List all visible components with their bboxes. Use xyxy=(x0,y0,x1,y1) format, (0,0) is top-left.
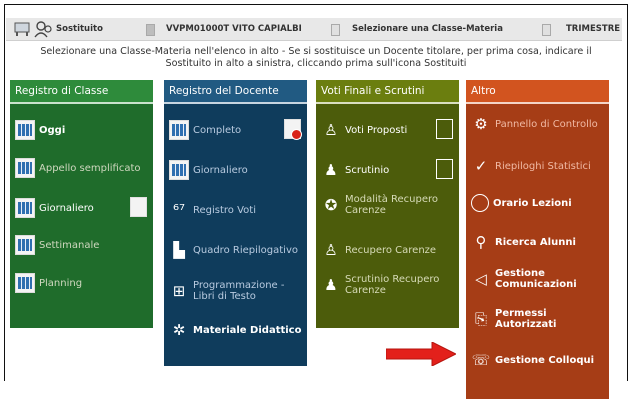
registro-docente-panel: Registro del Docente Completo Giornalier… xyxy=(164,80,307,366)
red-arrow-annotation xyxy=(386,342,456,366)
clock-icon xyxy=(471,194,489,212)
menu-item-scrutinio-recupero[interactable]: ♟ Scrutinio Recupero Carenze xyxy=(321,274,455,296)
period-select-toggle[interactable] xyxy=(542,24,551,36)
full-register-icon xyxy=(169,120,189,140)
period-select[interactable]: TRIMESTRE xyxy=(566,18,620,40)
separator-marker xyxy=(146,24,155,36)
teacher-label: VVPM01000T VITO CAPIALBI xyxy=(166,24,302,34)
class-subject-select[interactable]: Selezionare una Classe-Materia xyxy=(352,18,503,40)
permissions-icon: ⎘ xyxy=(474,309,487,328)
menu-item-oggi[interactable]: Oggi xyxy=(15,120,149,140)
program-tree-icon: ⊞ xyxy=(172,281,186,300)
menu-item-ricerca-alunni[interactable]: ⚲ Ricerca Alunni xyxy=(471,232,605,252)
menu-item-settimanale[interactable]: Settimanale xyxy=(15,235,149,255)
user-search-icon: ⚲ xyxy=(475,232,487,251)
menu-item-registro-voti[interactable]: ⁶⁷ Registro Voti xyxy=(169,200,303,220)
registro-docente-header: Registro del Docente xyxy=(164,80,307,104)
gears-icon: ⚙ xyxy=(474,114,488,133)
recovery-group-icon: ♟ xyxy=(324,275,338,294)
class-subject-select-toggle[interactable] xyxy=(331,24,340,36)
substitute-label[interactable]: Sostituito xyxy=(56,18,103,40)
grades-icon: ⁶⁷ xyxy=(172,200,186,219)
voti-finali-panel: Voti Finali e Scrutini ♙ Voti Proposti ♟… xyxy=(316,80,459,328)
school-desk-icon[interactable] xyxy=(14,21,30,37)
menu-item-programmazione[interactable]: ⊞ Programmazione - Libri di Testo xyxy=(169,280,303,302)
planning-icon xyxy=(15,273,35,293)
registro-classe-panel: Registro di Classe Oggi Appello semplifi… xyxy=(10,80,153,328)
document-download-icon[interactable] xyxy=(436,159,453,179)
altro-panel: Altro ⚙ Pannello di Controllo ✓ Riepilog… xyxy=(466,80,609,399)
megaphone-icon: ◁ xyxy=(475,269,487,288)
menu-item-appello-semplificato[interactable]: Appello semplificato xyxy=(15,158,149,178)
menu-item-voti-proposti[interactable]: ♙ Voti Proposti xyxy=(321,120,455,140)
recovery-user-icon: ♙ xyxy=(324,240,338,259)
menu-item-planning[interactable]: Planning xyxy=(15,273,149,293)
top-bar: Sostituito VVPM01000T VITO CAPIALBI Sele… xyxy=(6,18,622,41)
alert-register-icon[interactable] xyxy=(284,119,302,140)
instructions-text: Selezionare una Classe-Materia nell'elen… xyxy=(40,46,592,69)
network-icon: ✲ xyxy=(172,320,186,339)
menu-item-gestione-comunicazioni[interactable]: ◁ Gestione Comunicazioni xyxy=(471,268,605,290)
altro-header: Altro xyxy=(466,80,609,104)
menu-item-scrutinio[interactable]: ♟ Scrutinio xyxy=(321,160,455,180)
users-icon: ♟ xyxy=(324,160,338,179)
statistics-icon: ✓ xyxy=(474,156,488,175)
menu-item-recupero-carenze[interactable]: ♙ Recupero Carenze xyxy=(321,240,455,260)
menu-item-riepiloghi-statistici[interactable]: ✓ Riepiloghi Statistici xyxy=(471,156,605,176)
menu-item-completo[interactable]: Completo xyxy=(169,120,303,140)
bar-chart-icon: ▙ xyxy=(173,240,185,259)
user-icon: ♙ xyxy=(324,120,338,139)
menu-item-quadro-riepilogativo[interactable]: ▙ Quadro Riepilogativo xyxy=(169,240,303,260)
daily-register-icon xyxy=(15,198,35,218)
attendance-icon xyxy=(15,158,35,178)
document-icon[interactable] xyxy=(436,119,453,139)
menu-item-permessi-autorizzati[interactable]: ⎘ Permessi Autorizzati xyxy=(471,308,605,330)
meeting-icon: ☏ xyxy=(471,350,491,369)
menu-item-giornaliero-classe[interactable]: Giornaliero xyxy=(15,198,149,218)
calendar-today-icon xyxy=(15,120,35,140)
menu-item-pannello-controllo[interactable]: ⚙ Pannello di Controllo xyxy=(471,114,605,134)
recovery-mode-icon: ✪ xyxy=(324,195,338,214)
daily-icon xyxy=(169,160,189,180)
menu-item-orario-lezioni[interactable]: Orario Lezioni xyxy=(471,194,605,212)
substitute-user-icon[interactable] xyxy=(34,20,52,38)
weekly-icon xyxy=(15,235,35,255)
menu-item-materiale-didattico[interactable]: ✲ Materiale Didattico xyxy=(169,320,303,340)
menu-item-giornaliero-docente[interactable]: Giornaliero xyxy=(169,160,303,180)
registro-classe-header: Registro di Classe xyxy=(10,80,153,104)
voti-finali-header: Voti Finali e Scrutini xyxy=(316,80,459,104)
weekly-grid-icon[interactable] xyxy=(130,197,147,217)
menu-item-gestione-colloqui[interactable]: ☏ Gestione Colloqui xyxy=(471,350,605,370)
menu-item-modalita-recupero[interactable]: ✪ Modalità Recupero Carenze xyxy=(321,194,455,216)
